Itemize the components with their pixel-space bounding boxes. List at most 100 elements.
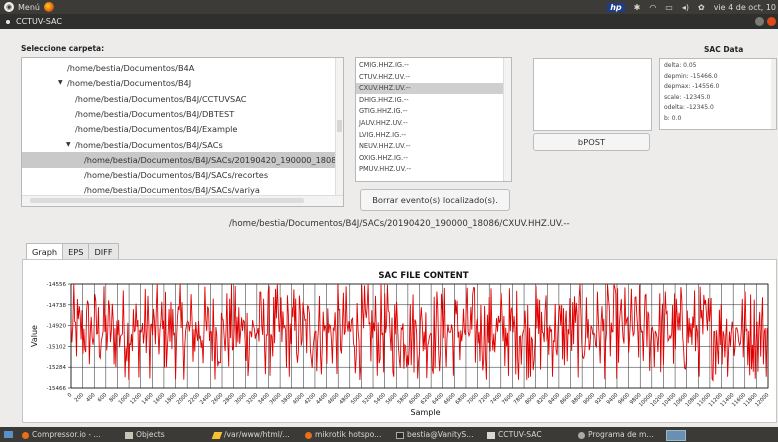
x-tick-label: 8200	[536, 392, 550, 406]
y-tick-label: -15466	[47, 386, 67, 392]
workspace-switcher[interactable]	[666, 430, 686, 441]
folder-tree-item-label: /home/bestia/Documentos/B4J	[67, 78, 192, 89]
y-tick-label: -14920	[47, 324, 67, 330]
indicator-icon[interactable]: hp	[607, 2, 625, 12]
settings-icon[interactable]: ✿	[698, 3, 705, 12]
folder-tree-item[interactable]: /home/bestia/Documentos/B4J/CCTUVSAC	[22, 91, 336, 107]
folder-tree-item-label: /home/bestia/Documentos/B4J/CCTUVSAC	[75, 93, 247, 104]
taskbar-item-terminal[interactable]: bestia@VanityS...	[396, 427, 474, 442]
taskbar-item-mikrotik[interactable]: mikrotik hotspo...	[305, 427, 381, 442]
taskbar-item-compressor[interactable]: Compressor.io - ...	[22, 427, 101, 442]
current-path: /home/bestia/Documentos/B4J/SACs/2019042…	[229, 219, 570, 229]
x-tick-label: 3400	[257, 392, 271, 406]
x-tick-label: 8600	[559, 392, 573, 406]
file-list-item[interactable]: DHIG.HHZ.IG.--	[356, 95, 505, 106]
bpost-button[interactable]: bPOST	[533, 133, 650, 151]
taskbar-item-cctuv-sac[interactable]: CCTUV-SAC	[487, 427, 542, 442]
folder-tree-item[interactable]: ▼ /home/bestia/Documentos/B4J/SACs	[22, 137, 336, 153]
x-tick-label: 1600	[153, 392, 167, 406]
sac-data-scrollbar[interactable]	[771, 59, 776, 129]
y-tick-label: -15284	[47, 365, 67, 371]
firefox-launcher-icon[interactable]	[43, 2, 54, 12]
volume-icon[interactable]: ◂)	[682, 3, 689, 12]
folder-tree-item[interactable]: /home/bestia/Documentos/B4J/SACs/recorte…	[22, 167, 336, 183]
x-axis-label: Sample	[411, 408, 441, 417]
app-icon	[578, 431, 585, 439]
x-tick-label: 0	[67, 392, 74, 399]
x-tick-label: 9600	[617, 392, 631, 406]
delete-events-button[interactable]: Borrar evento(s) localizado(s).	[360, 189, 510, 211]
app-menu[interactable]: ◉ Menú	[0, 2, 54, 12]
window-menu-icon[interactable]	[6, 19, 10, 24]
x-tick-label: 4200	[304, 392, 318, 406]
sac-data-row: b: 0.0	[664, 114, 682, 122]
bluetooth-icon[interactable]: ✱	[634, 3, 641, 12]
file-list-item[interactable]: LVIG.HHZ.IG.--	[356, 130, 505, 141]
wifi-icon[interactable]: ◠	[649, 3, 656, 12]
file-list-item[interactable]: CTUV.HHZ.UV.--	[356, 72, 505, 83]
sac-data-title: SAC Data	[704, 45, 744, 54]
sac-data-row: depmax: -14556.0	[664, 83, 720, 90]
y-tick-label: -14738	[47, 303, 67, 309]
taskbar-item-programa[interactable]: Programa de m...	[578, 427, 654, 442]
file-list-item[interactable]: GTIG.HHZ.IG.--	[356, 106, 505, 117]
taskbar: Compressor.io - ... Objects /var/www/htm…	[0, 427, 778, 442]
x-tick-label: 5200	[362, 392, 376, 406]
firefox-icon	[22, 431, 29, 439]
x-tick-label: 7800	[513, 392, 527, 406]
folder-tree-vscrollbar[interactable]	[335, 58, 343, 196]
taskbar-item-objects[interactable]: Objects	[125, 427, 165, 442]
window-icon	[487, 431, 495, 439]
taskbar-item-var-www[interactable]: /var/www/html/...	[211, 427, 290, 442]
x-tick-label: 1200	[129, 392, 143, 406]
folder-tree-hscrollbar[interactable]	[22, 195, 343, 206]
window-titlebar: CCTUV-SAC	[0, 14, 778, 29]
sac-chart: SAC FILE CONTENT -14556 -14738 -14920 -15102…	[30, 271, 771, 417]
x-tick-label: 7000	[466, 392, 480, 406]
sac-data-panel[interactable]: delta: 0.05 depmin: -15466.0 depmax: -1455…	[659, 58, 777, 130]
x-tick-label: 2000	[176, 392, 190, 406]
graph-panel: SAC FILE CONTENT -14556 -14738 -14920 -15102…	[22, 259, 777, 423]
menu-label: Menú	[18, 2, 40, 12]
x-tick-label: 5000	[350, 392, 364, 406]
file-list-item[interactable]: JAUV.HHZ.UV.--	[356, 118, 505, 129]
file-list-item[interactable]: PMUV.HHZ.UV.--	[356, 164, 505, 175]
x-tick-label: 9200	[594, 392, 608, 406]
chart-title: SAC FILE CONTENT	[378, 271, 468, 281]
folder-tree-item-label: /home/bestia/Documentos/B4J/DBTEST	[75, 108, 235, 119]
file-list-scrollbar[interactable]	[503, 58, 511, 181]
folder-tree-item[interactable]: /home/bestia/Documentos/B4J/DBTEST	[22, 106, 336, 122]
folder-tree-item[interactable]: /home/bestia/Documentos/B4A	[22, 60, 336, 76]
file-list[interactable]: CMIG.HHZ.IG.-- CTUV.HHZ.UV.-- CXUV.HHZ.UV.…	[355, 57, 512, 182]
minimize-icon[interactable]	[755, 17, 764, 26]
preview-box	[533, 58, 652, 131]
x-tick-label: 2800	[222, 392, 236, 406]
x-tick-label: 200	[74, 392, 86, 404]
x-tick-label: 3000	[234, 392, 248, 406]
sac-data-row: scale: -12345.0	[664, 93, 711, 101]
folder-tree-item[interactable]: /home/bestia/Documentos/B4J/Example	[22, 121, 336, 137]
sac-data-row: delta: 0.05	[664, 62, 697, 69]
file-list-item[interactable]: CXUV.HHZ.UV.--	[356, 83, 505, 95]
file-list-item[interactable]: NEUV.HHZ.UV.--	[356, 141, 505, 152]
x-tick-label: 400	[85, 392, 97, 404]
folder-tree-item[interactable]: /home/bestia/Documentos/B4J/SACs/2019042…	[22, 151, 342, 168]
folder-tree[interactable]: /home/bestia/Documentos/B4A ▼ /home/bestia…	[21, 57, 344, 207]
x-tick-label: 1400	[141, 392, 155, 406]
clock[interactable]: vie 4 de oct, 10	[714, 3, 776, 12]
expander-icon[interactable]: ▼	[66, 137, 71, 153]
x-tick-label: 1000	[118, 392, 132, 406]
show-desktop-icon[interactable]	[4, 431, 13, 438]
x-tick-label: 2400	[199, 392, 213, 406]
x-tick-label: 1800	[164, 392, 178, 406]
expander-icon[interactable]: ▼	[58, 75, 63, 91]
x-tick-label: 7600	[501, 392, 515, 406]
folder-tree-item-label: /home/bestia/Documentos/B4J/SACs/2019042…	[84, 154, 342, 165]
x-tick-label: 9400	[606, 392, 620, 406]
file-list-item[interactable]: OXIG.HHZ.IG.--	[356, 153, 505, 164]
file-list-item[interactable]: CMIG.HHZ.IG.--	[356, 60, 505, 71]
folder-tree-item[interactable]: ▼ /home/bestia/Documentos/B4J	[22, 75, 336, 91]
close-icon[interactable]	[767, 17, 776, 26]
firefox-icon	[305, 431, 312, 439]
battery-icon[interactable]: ▭	[665, 3, 673, 12]
